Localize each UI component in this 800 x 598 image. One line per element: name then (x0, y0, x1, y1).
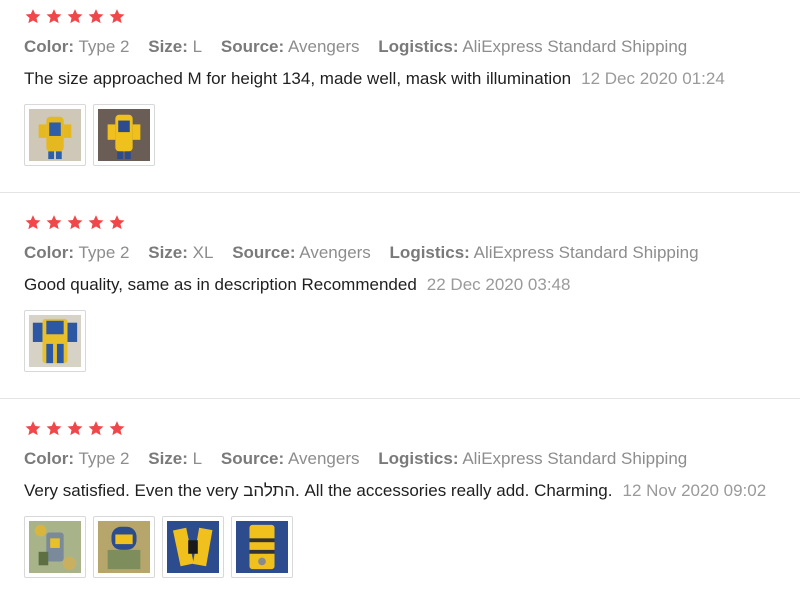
logistics-label: Logistics: (378, 37, 459, 56)
star-icon (109, 215, 125, 230)
review-photo-thumbnail[interactable] (231, 516, 293, 578)
color-value: Type 2 (78, 37, 130, 56)
color-label: Color: (24, 449, 75, 468)
review-body: Very satisfied. Even the very התלהב. All… (24, 481, 766, 501)
size-value: L (192, 449, 203, 468)
logistics-value: AliExpress Standard Shipping (462, 449, 688, 468)
size-label: Size: (148, 449, 188, 468)
review-photo-3 (167, 521, 219, 573)
star-rating (24, 420, 126, 437)
source-label: Source: (232, 243, 296, 262)
review-body: The size approached M for height 134, ma… (24, 69, 725, 89)
review-text: Good quality, same as in description Rec… (24, 275, 417, 294)
star-icon (88, 9, 104, 24)
review-photo-1 (29, 315, 81, 367)
review-photo-2 (98, 521, 150, 573)
review-photos (24, 310, 86, 372)
size-label: Size: (148, 243, 188, 262)
source-label: Source: (220, 449, 285, 468)
source-value: Avengers (287, 449, 360, 468)
logistics-value: AliExpress Standard Shipping (462, 37, 688, 56)
review-photo-thumbnail[interactable] (24, 310, 86, 372)
review-date: 12 Dec 2020 01:24 (581, 69, 725, 88)
review-sku-info: Color: Type 2 Size: XL Source: Avengers … (24, 243, 713, 263)
review-date: 12 Nov 2020 09:02 (622, 481, 767, 500)
star-icon (88, 421, 104, 436)
source-label: Source: (220, 37, 285, 56)
star-rating (24, 214, 126, 231)
color-value: Type 2 (78, 243, 130, 262)
review-item: Color: Type 2 Size: L Source: Avengers L… (0, 0, 800, 192)
star-icon (67, 215, 83, 230)
star-icon (109, 9, 125, 24)
review-text: The size approached M for height 134, ma… (24, 69, 572, 88)
color-label: Color: (24, 243, 75, 262)
logistics-label: Logistics: (389, 243, 470, 262)
star-icon (67, 421, 83, 436)
review-photo-thumbnail[interactable] (162, 516, 224, 578)
review-photo-thumbnail[interactable] (93, 104, 155, 166)
review-body: Good quality, same as in description Rec… (24, 275, 570, 295)
review-item: Color: Type 2 Size: XL Source: Avengers … (0, 193, 800, 398)
review-photo-1 (29, 521, 81, 573)
review-photo-thumbnail[interactable] (24, 104, 86, 166)
review-photo-thumbnail[interactable] (24, 516, 86, 578)
source-value: Avengers (287, 37, 360, 56)
size-label: Size: (148, 37, 188, 56)
logistics-label: Logistics: (378, 449, 459, 468)
star-icon (88, 215, 104, 230)
size-value: L (192, 37, 203, 56)
star-rating (24, 8, 126, 25)
star-icon (46, 421, 62, 436)
star-icon (109, 421, 125, 436)
review-sku-info: Color: Type 2 Size: L Source: Avengers L… (24, 37, 701, 57)
star-icon (67, 9, 83, 24)
color-value: Type 2 (78, 449, 130, 468)
logistics-value: AliExpress Standard Shipping (473, 243, 699, 262)
color-label: Color: (24, 37, 75, 56)
review-photo-4 (236, 521, 288, 573)
review-photos (24, 104, 155, 166)
star-icon (25, 421, 41, 436)
star-icon (25, 9, 41, 24)
size-value: XL (192, 243, 214, 262)
star-icon (46, 215, 62, 230)
review-text: Very satisfied. Even the very התלהב. All… (24, 481, 613, 500)
review-date: 22 Dec 2020 03:48 (426, 275, 571, 294)
star-icon (46, 9, 62, 24)
review-sku-info: Color: Type 2 Size: L Source: Avengers L… (24, 449, 701, 469)
review-item: Color: Type 2 Size: L Source: Avengers L… (0, 399, 800, 598)
review-photo-thumbnail[interactable] (93, 516, 155, 578)
review-photo-1 (29, 109, 81, 161)
star-icon (25, 215, 41, 230)
review-photo-2 (98, 109, 150, 161)
source-value: Avengers (299, 243, 371, 262)
review-photos (24, 516, 293, 578)
